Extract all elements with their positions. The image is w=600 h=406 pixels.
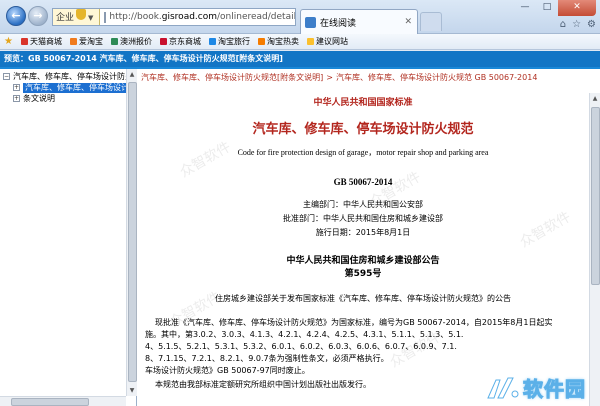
tree-vertical-scrollbar[interactable]: ▲ ▼ [126,69,137,396]
tree-node-standard[interactable]: − 汽车库、修车库、停车场设计防火规 [3,72,126,83]
tab-label: 在线阅读 [320,18,357,29]
favorite-icon [257,38,265,45]
minimize-icon[interactable]: — [514,0,536,16]
doc-paragraph-line: 8、7.1.15、7.2.1、8.2.1、9.0.7条为强制性条文，必须严格执行… [145,354,389,363]
favorite-icon [110,38,118,45]
scroll-thumb[interactable] [128,82,137,382]
breadcrumb-link[interactable]: 汽车库、修车库、停车场设计防火规范[附条文说明] [141,73,323,82]
tab-online-reading[interactable]: 在线阅读 ✕ [300,9,418,34]
tree-node-selected[interactable]: + 汽车库、修车库、停车场设计防 [3,83,126,94]
security-zone[interactable]: 企业 ▼ [53,9,101,25]
doc-authority: 中华人民共和国国家标准 [313,98,413,108]
breadcrumb: 汽车库、修车库、停车场设计防火规范[附条文说明] > 汽车库、修车库、停车场设计防火… [141,72,537,83]
forward-arrow-icon[interactable]: → [28,6,48,26]
favorite-icon [208,38,216,45]
favorites-star-icon[interactable]: ☆ [572,19,581,30]
document-viewer: 汽车库、修车库、停车场设计防火规范[附条文说明] > 汽车库、修车库、停车场设计防火… [137,69,600,406]
new-tab-button[interactable] [420,12,442,31]
url-text[interactable]: http://book.gisroad.com/onlineread/detai… [109,12,295,22]
page-title: 预览：GB 50067-2014 汽车库、修车库、停车场设计防火规范[附条文说明… [0,51,600,67]
favorite-link[interactable]: 淘宝旅行 [208,36,250,47]
expand-icon[interactable]: + [13,95,20,102]
doc-notice-subject: 住房城乡建设部关于发布国家标准《汽车库、修车库、停车场设计防火规范》的公告 [215,294,511,303]
favorite-link[interactable]: 天猫商城 [20,36,62,47]
doc-approve-dept: 批准部门：中华人民共和国住房和城乡建设部 [283,214,443,223]
window-close-icon[interactable]: ✕ [558,0,596,16]
browser-titlebar: ← → 企业 ▼ http://book.gisroad.com/onlinere… [0,0,600,34]
doc-chief-dept: 主编部门：中华人民共和国公安部 [303,200,423,209]
doc-paragraph-line: 现批准《汽车库、修车库、停车场设计防火规范》为国家标准，编号为GB 50067-… [155,318,553,327]
favorite-icon [69,38,77,45]
favorites-bar: ★ 天猫商城 爱淘宝 澳洲报价 京东商城 淘宝旅行 淘宝热卖 建议网站 [0,34,600,50]
breadcrumb-current[interactable]: 汽车库、修车库、停车场设计防火规范 GB 50067-2014 [336,73,537,82]
favorite-link[interactable]: 澳洲报价 [110,36,152,47]
expand-icon[interactable]: + [13,84,20,91]
scroll-thumb[interactable] [591,107,600,285]
scroll-up-icon[interactable]: ▲ [590,93,600,104]
favorite-link[interactable]: 建议网站 [306,36,348,47]
tab-favicon-icon [305,16,316,28]
favorites-icon[interactable]: ★ [4,36,13,47]
tree-node-explanation[interactable]: + 条文说明 [3,94,126,105]
site-logo: 软件园 [486,373,586,402]
doc-ministry: 中华人民共和国住房和城乡建设部公告 [286,256,440,266]
maximize-icon[interactable]: □ [536,0,558,16]
page-icon [104,11,107,23]
doc-title: 汽车库、修车库、停车场设计防火规范 [252,122,474,137]
tree-horizontal-scrollbar[interactable] [0,396,126,406]
doc-code: GB 50067-2014 [333,177,393,187]
doc-effective-date: 施行日期：2015年8月1日 [315,228,411,237]
favorite-icon [20,38,28,45]
shield-icon [76,9,87,20]
doc-notice-number: 第595号 [344,269,382,279]
document-vertical-scrollbar[interactable]: ▲ [589,93,600,406]
breadcrumb-separator: > [326,73,333,82]
favorite-link[interactable]: 京东商城 [159,36,201,47]
logo-text: 软件园 [523,377,586,402]
doc-paragraph-line: 4、5.1.5、5.2.1、5.3.1、5.3.2、6.0.1、6.0.2、6.… [145,342,457,351]
address-bar[interactable]: 企业 ▼ http://book.gisroad.com/onlineread/d… [52,8,296,26]
favorite-icon [159,38,167,45]
document-content: 中华人民共和国国家标准 汽车库、修车库、停车场设计防火规范 Code for f… [137,93,589,406]
close-icon[interactable]: ✕ [404,17,412,27]
collapse-icon[interactable]: − [3,73,10,80]
window-controls: — □ ✕ [514,0,596,16]
favorite-icon [306,38,314,45]
home-icon[interactable]: ⌂ [560,19,566,30]
scroll-up-icon[interactable]: ▲ [127,69,137,80]
back-arrow-icon[interactable]: ← [6,6,26,26]
logo-mark-icon [487,377,519,398]
doc-english-title: Code for fire protection design of garag… [237,148,489,157]
scroll-down-icon[interactable]: ▼ [127,385,137,396]
favorite-link[interactable]: 爱淘宝 [69,36,103,47]
scroll-thumb[interactable] [11,398,89,406]
doc-paragraph-line: 施。其中，第3.0.2、3.0.3、4.1.3、4.2.1、4.2.4、4.2.… [145,330,464,339]
chevron-down-icon: ▼ [88,14,94,22]
gear-icon[interactable]: ⚙ [587,19,596,30]
favorite-link[interactable]: 淘宝热卖 [257,36,299,47]
toc-tree-panel: − 汽车库、修车库、停车场设计防火规 + 汽车库、修车库、停车场设计防 + 条文… [0,69,137,406]
